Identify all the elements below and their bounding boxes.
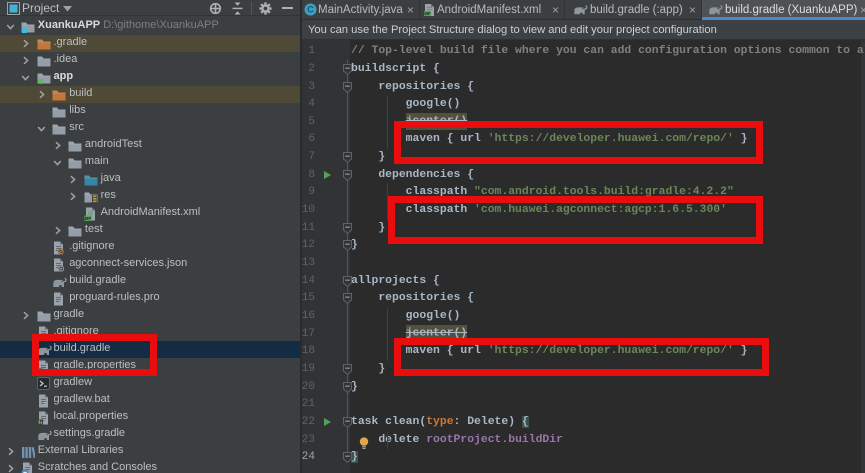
svg-text:C: C xyxy=(307,5,314,15)
svg-text:MF: MF xyxy=(84,216,91,221)
svg-text:MF: MF xyxy=(424,11,431,16)
